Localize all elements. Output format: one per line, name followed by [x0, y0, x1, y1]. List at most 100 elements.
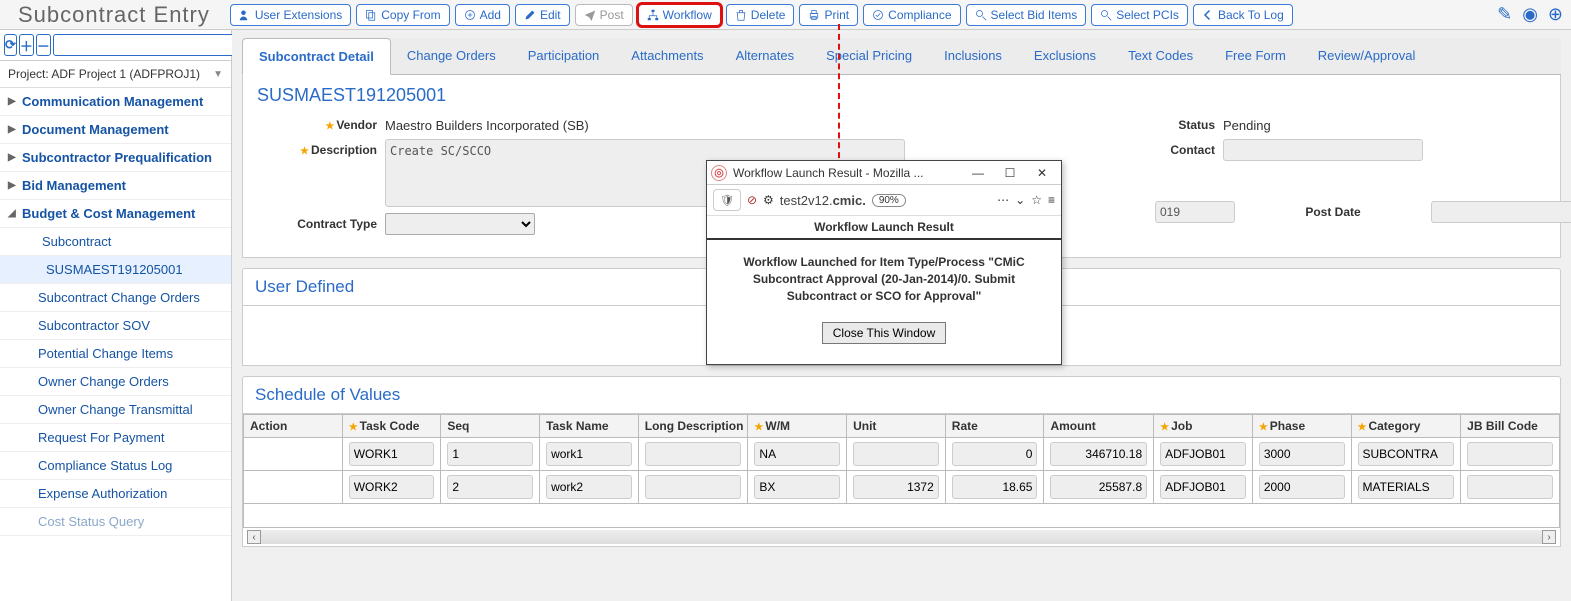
contact-field[interactable] [1223, 139, 1423, 161]
cell-task-name[interactable] [546, 442, 632, 466]
cell-rate[interactable] [952, 475, 1038, 499]
cell-category[interactable] [1358, 442, 1455, 466]
sidebar-item-bid-management[interactable]: ▶Bid Management [0, 172, 231, 200]
user-icon[interactable]: ◉ [1522, 4, 1538, 25]
cell-wm[interactable] [754, 442, 840, 466]
tracking-icon[interactable]: ⊘ [747, 193, 757, 207]
popup-titlebar[interactable]: ◎ Workflow Launch Result - Mozilla ... —… [707, 161, 1061, 185]
cell-seq[interactable] [447, 475, 533, 499]
edit-button[interactable]: Edit [515, 4, 570, 26]
cell-task-code[interactable] [349, 442, 435, 466]
scrollbar[interactable] [261, 530, 1542, 544]
refresh-icon[interactable]: ⟳ [4, 34, 17, 56]
scroll-left-icon[interactable]: ‹ [247, 530, 261, 544]
col-job[interactable]: Job [1154, 415, 1253, 438]
scroll-right-icon[interactable]: › [1542, 530, 1556, 544]
cell-amount[interactable] [1050, 442, 1147, 466]
col-wm[interactable]: W/M [748, 415, 847, 438]
sidebar-item-pci[interactable]: Potential Change Items [0, 340, 231, 368]
cell-long-desc[interactable] [645, 442, 742, 466]
cell-phase[interactable] [1259, 442, 1345, 466]
cell-task-code[interactable] [349, 475, 435, 499]
tab-inclusions[interactable]: Inclusions [928, 38, 1018, 74]
print-button[interactable]: Print [799, 4, 858, 26]
help-icon[interactable]: ⊕ [1548, 4, 1563, 25]
cell-job[interactable] [1160, 475, 1246, 499]
post-date-field[interactable] [1431, 201, 1571, 223]
add-button[interactable]: Add [455, 4, 510, 26]
close-window-button[interactable]: Close This Window [822, 322, 946, 344]
workflow-button[interactable]: Workflow [638, 4, 721, 26]
cell-jbbill[interactable] [1467, 475, 1553, 499]
minimize-button[interactable]: — [965, 163, 991, 183]
table-row[interactable] [244, 471, 1560, 504]
permissions-icon[interactable]: ⚙ [763, 193, 774, 207]
tab-change-orders[interactable]: Change Orders [391, 38, 512, 74]
copy-from-button[interactable]: Copy From [356, 4, 449, 26]
sidebar-item-budget-cost-management[interactable]: ◢Budget & Cost Management [0, 200, 231, 228]
sidebar-item-compliance-log[interactable]: Compliance Status Log [0, 452, 231, 480]
project-selector[interactable]: Project: ADF Project 1 (ADFPROJ1) ▼ [0, 61, 231, 88]
maximize-button[interactable]: ☐ [997, 163, 1023, 183]
sidebar-item-rfp[interactable]: Request For Payment [0, 424, 231, 452]
zoom-indicator[interactable]: 90% [872, 194, 906, 207]
col-task-code[interactable]: Task Code [342, 415, 441, 438]
cell-long-desc[interactable] [645, 475, 742, 499]
cell-phase[interactable] [1259, 475, 1345, 499]
sidebar-item-communication-management[interactable]: ▶Communication Management [0, 88, 231, 116]
tab-free-form[interactable]: Free Form [1209, 38, 1302, 74]
more-icon[interactable]: ⋯ [997, 193, 1009, 207]
sidebar-item-expense-auth[interactable]: Expense Authorization [0, 480, 231, 508]
sidebar-item-subcontract[interactable]: ◢Subcontract [0, 228, 231, 256]
cell-amount[interactable] [1050, 475, 1147, 499]
sidebar-search-input[interactable] [53, 34, 240, 56]
col-rate[interactable]: Rate [945, 415, 1044, 438]
pocket-icon[interactable]: ⌄ [1015, 193, 1025, 207]
tab-special-pricing[interactable]: Special Pricing [810, 38, 928, 74]
col-phase[interactable]: Phase [1252, 415, 1351, 438]
cell-category[interactable] [1358, 475, 1455, 499]
col-seq[interactable]: Seq [441, 415, 540, 438]
table-row[interactable] [244, 438, 1560, 471]
tab-participation[interactable]: Participation [512, 38, 616, 74]
user-extensions-button[interactable]: User Extensions [230, 4, 351, 26]
col-category[interactable]: Category [1351, 415, 1461, 438]
sidebar-item-cost-status[interactable]: Cost Status Query [0, 508, 231, 536]
hscroll[interactable]: ‹ › [243, 528, 1560, 546]
tab-subcontract-detail[interactable]: Subcontract Detail [242, 38, 391, 75]
col-action[interactable]: Action [244, 415, 343, 438]
sidebar-item-oct[interactable]: Owner Change Transmittal [0, 396, 231, 424]
cell-jbbill[interactable] [1467, 442, 1553, 466]
tab-attachments[interactable]: Attachments [615, 38, 719, 74]
tab-alternates[interactable]: Alternates [720, 38, 811, 74]
table-row-empty[interactable] [244, 504, 1560, 528]
expand-icon[interactable]: ＋ [19, 34, 34, 56]
tab-exclusions[interactable]: Exclusions [1018, 38, 1112, 74]
menu-icon[interactable]: ≡ [1048, 193, 1055, 207]
contract-type-select[interactable] [385, 213, 535, 235]
col-long-desc[interactable]: Long Description [638, 415, 748, 438]
cell-task-name[interactable] [546, 475, 632, 499]
bookmark-icon[interactable]: ☆ [1031, 193, 1042, 207]
select-pcis-button[interactable]: Select PCIs [1091, 4, 1188, 26]
close-button[interactable]: ✕ [1029, 163, 1055, 183]
select-bid-items-button[interactable]: Select Bid Items [966, 4, 1087, 26]
sidebar-item-sov[interactable]: Subcontractor SOV [0, 312, 231, 340]
cell-unit[interactable] [853, 475, 939, 499]
col-unit[interactable]: Unit [847, 415, 946, 438]
cell-wm[interactable] [754, 475, 840, 499]
col-amount[interactable]: Amount [1044, 415, 1154, 438]
compliance-button[interactable]: Compliance [863, 4, 960, 26]
sidebar-item-document-management[interactable]: ▶Document Management [0, 116, 231, 144]
cell-unit[interactable] [853, 442, 939, 466]
back-to-log-button[interactable]: Back To Log [1193, 4, 1293, 26]
url-display[interactable]: test2v12.cmic. [780, 193, 866, 208]
sidebar-item-sco[interactable]: Subcontract Change Orders [0, 284, 231, 312]
cell-rate[interactable] [952, 442, 1038, 466]
cell-job[interactable] [1160, 442, 1246, 466]
tab-review-approval[interactable]: Review/Approval [1302, 38, 1432, 74]
edit-page-icon[interactable]: ✎ [1497, 4, 1512, 25]
sidebar-item-oco[interactable]: Owner Change Orders [0, 368, 231, 396]
cell-seq[interactable] [447, 442, 533, 466]
tab-text-codes[interactable]: Text Codes [1112, 38, 1209, 74]
